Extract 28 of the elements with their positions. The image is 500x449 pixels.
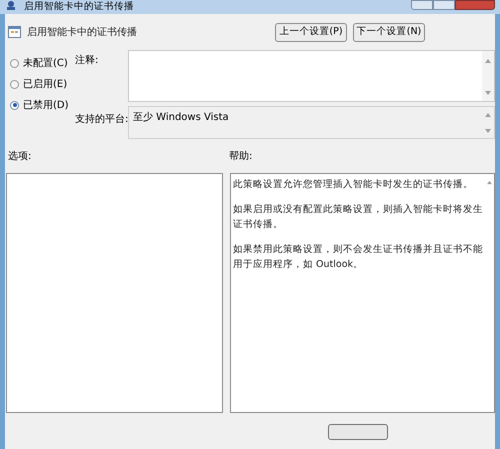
scroll-down-icon[interactable] bbox=[485, 90, 491, 96]
minimize-button[interactable] bbox=[411, 0, 433, 10]
help-paragraph: 如果启用或没有配置此策略设置，则插入智能卡时将发生证书传播。 bbox=[233, 203, 484, 232]
help-label: 帮助: bbox=[229, 150, 252, 164]
dialog-button[interactable] bbox=[328, 424, 388, 440]
setting-nav-button[interactable]: 上一个设置(P) bbox=[275, 22, 347, 42]
scroll-up-icon[interactable] bbox=[485, 112, 491, 118]
comment-label: 注释: bbox=[75, 54, 100, 68]
comment-field[interactable] bbox=[128, 50, 495, 102]
platform-value: 至少 Windows Vista bbox=[132, 110, 229, 125]
app-icon bbox=[6, 0, 16, 10]
policy-title: 启用智能卡中的证书传播 bbox=[27, 26, 137, 40]
policy-icon bbox=[8, 26, 21, 38]
options-label: 选项: bbox=[7, 150, 32, 164]
scrollbar[interactable] bbox=[482, 51, 494, 101]
state-radio[interactable]: 未配置(C) bbox=[10, 56, 75, 70]
platform-label: 支持的平台: bbox=[75, 112, 128, 127]
state-radio[interactable]: 已启用(E) bbox=[10, 77, 75, 91]
maximize-button[interactable] bbox=[433, 0, 455, 10]
scroll-up-icon[interactable] bbox=[485, 58, 491, 64]
scroll-up-icon[interactable] bbox=[486, 180, 492, 185]
close-button[interactable] bbox=[455, 0, 495, 10]
state-radio[interactable]: 已禁用(D) bbox=[10, 98, 75, 112]
window-title: 启用智能卡中的证书传播 bbox=[24, 1, 134, 13]
scroll-down-icon[interactable] bbox=[485, 128, 491, 134]
help-paragraph: 如果禁用此策略设置，则不会发生证书传播并且证书不能用于应用程序，如 Outlook。 bbox=[233, 243, 484, 272]
setting-nav-button[interactable]: 下一个设置(N) bbox=[353, 22, 425, 42]
help-paragraph: 此策略设置允许您管理插入智能卡时发生的证书传播。 bbox=[233, 178, 474, 192]
